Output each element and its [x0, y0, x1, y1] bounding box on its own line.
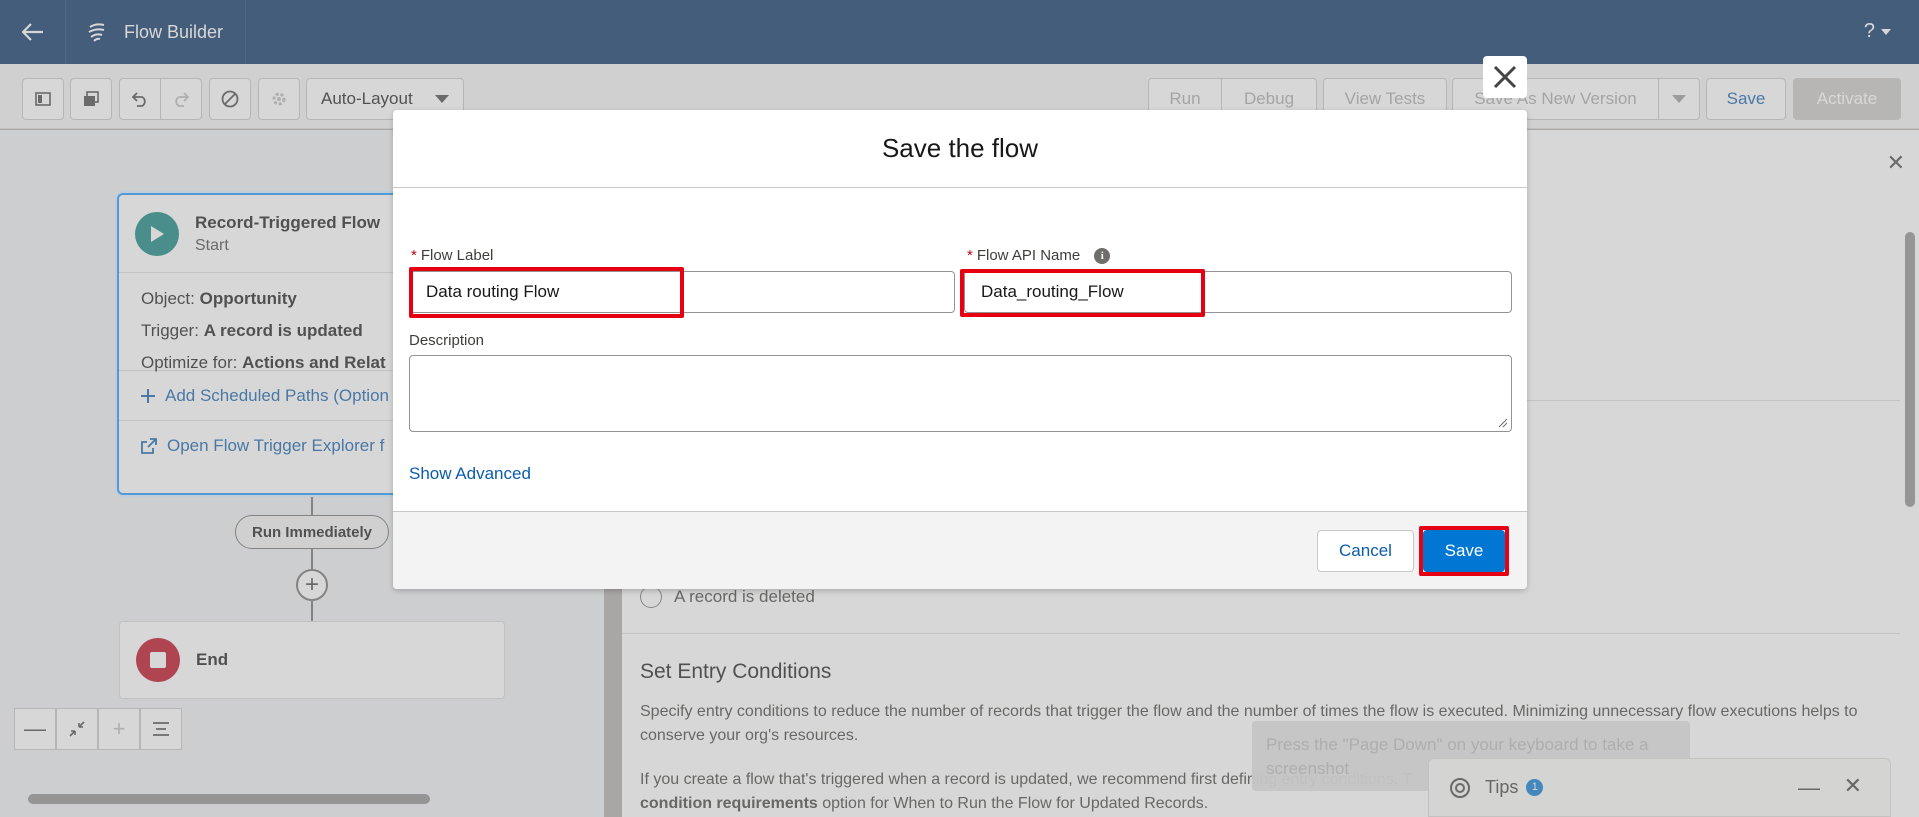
required-mark: * — [411, 247, 417, 264]
description-label: Description — [409, 332, 485, 349]
info-icon[interactable]: i — [1094, 247, 1111, 264]
modal-title: Save the flow — [393, 110, 1527, 188]
modal-footer: Cancel Save — [393, 511, 1527, 589]
flow-label-label: * Flow Label — [411, 247, 493, 264]
close-modal-button[interactable] — [1483, 56, 1527, 98]
description-textarea[interactable] — [409, 355, 1512, 432]
cancel-button[interactable]: Cancel — [1317, 530, 1414, 572]
show-advanced-link[interactable]: Show Advanced — [409, 464, 531, 484]
flow-label-text: Flow Label — [420, 247, 494, 264]
highlight-box — [1419, 526, 1509, 576]
resize-handle-icon — [1498, 418, 1508, 428]
api-name-text: Flow API Name — [976, 247, 1081, 264]
save-flow-modal: Save the flow * Flow Label Data routing … — [393, 110, 1527, 589]
highlight-box — [409, 267, 684, 318]
close-icon — [1493, 65, 1517, 89]
required-mark: * — [967, 247, 973, 264]
highlight-box — [960, 269, 1205, 317]
api-name-label: * Flow API Name i — [967, 247, 1111, 264]
